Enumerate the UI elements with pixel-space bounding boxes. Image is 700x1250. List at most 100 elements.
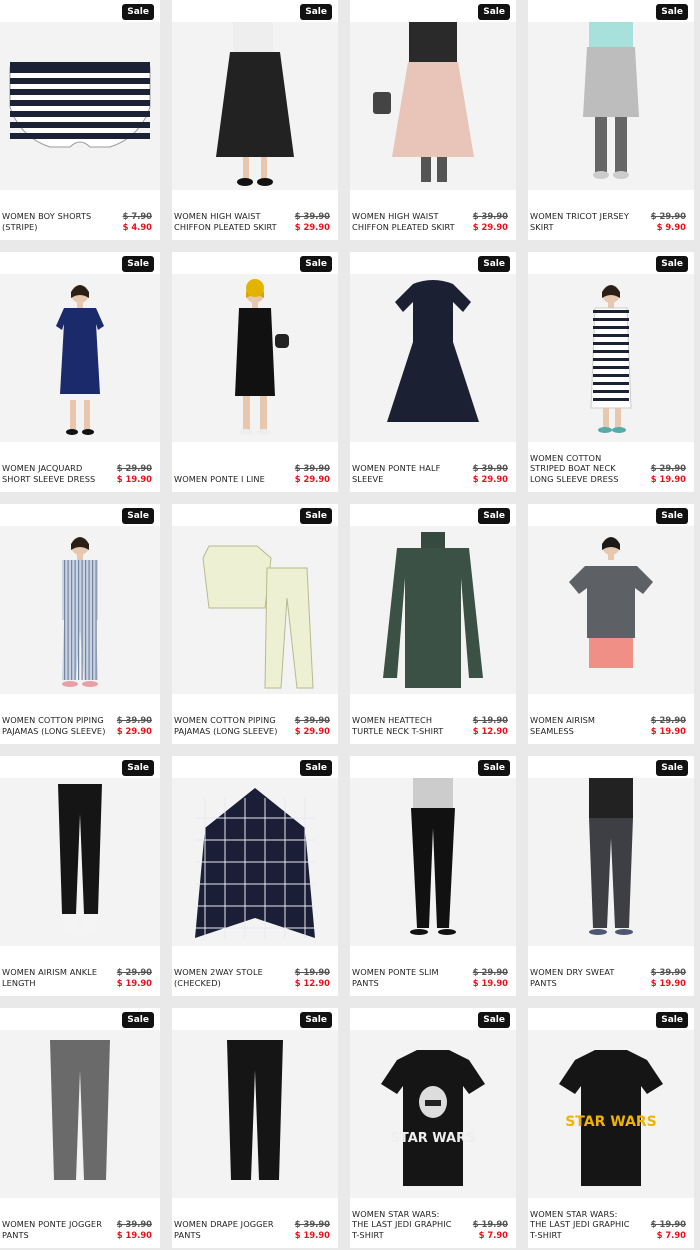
sale-badge: Sale — [300, 256, 332, 272]
product-image[interactable] — [0, 274, 160, 442]
product-name[interactable]: WOMEN STAR WARS: THE LAST JEDI GRAPHIC T… — [352, 1209, 456, 1240]
sale-badge: Sale — [300, 1012, 332, 1028]
product-image[interactable] — [0, 778, 160, 946]
product-image[interactable] — [0, 526, 160, 694]
product-card[interactable]: Sale WOMEN PONTE HALF SLEEVE $ 39.90 $ 29.9… — [350, 252, 516, 492]
product-card[interactable]: Sale WOMEN COTTON STRIPED BOAT NECK LONG … — [528, 252, 694, 492]
product-name[interactable]: WOMEN PONTE SLIM PANTS — [352, 967, 456, 988]
product-name[interactable]: WOMEN TRICOT JERSEY SKIRT — [530, 211, 634, 232]
price-block: $ 29.90 $ 19.90 — [651, 463, 686, 484]
price-block: $ 29.90 $ 19.90 — [473, 967, 508, 988]
product-name[interactable]: WOMEN BOY SHORTS (STRIPE) — [2, 211, 106, 232]
product-card[interactable]: Sale WOMEN 2WAY STOLE (CHECKED) $ 19.90 $ 1… — [172, 756, 338, 996]
sale-price: $ 12.90 — [472, 725, 508, 736]
price-block: $ 7.90 $ 4.90 — [123, 211, 152, 232]
sale-badge: Sale — [122, 4, 154, 20]
sale-badge: Sale — [300, 760, 332, 776]
product-card[interactable]: STAR WARS Sale WOMEN STAR WARS: THE LAST J… — [528, 1008, 694, 1248]
price-block: $ 29.90 $ 19.90 — [651, 715, 686, 736]
product-image[interactable] — [350, 274, 516, 442]
product-card[interactable]: Sale WOMEN HIGH WAIST CHIFFON PLEATED SKI… — [350, 0, 516, 240]
price-block: $ 29.90 $ 19.90 — [117, 463, 152, 484]
product-name[interactable]: WOMEN HIGH WAIST CHIFFON PLEATED SKIRT — [352, 211, 456, 232]
svg-text:STAR WARS: STAR WARS — [390, 1131, 475, 1146]
black-pleated-skirt-illustration — [216, 22, 294, 186]
product-card[interactable]: Sale WOMEN COTTON PIPING PAJAMAS (LONG SL… — [0, 504, 160, 744]
product-image[interactable]: STAR WARS — [528, 1030, 694, 1198]
product-image[interactable] — [350, 526, 516, 694]
product-card[interactable]: Sale WOMEN HEATTECH TURTLE NECK T-SHIRT $ … — [350, 504, 516, 744]
product-image[interactable] — [172, 1030, 338, 1198]
product-name[interactable]: WOMEN COTTON PIPING PAJAMAS (LONG SLEEVE… — [2, 715, 106, 736]
sale-price: $ 7.90 — [478, 1229, 508, 1240]
product-name[interactable]: WOMEN PONTE HALF SLEEVE — [352, 463, 456, 484]
original-price: $ 39.90 — [294, 463, 330, 474]
price-block: $ 29.90 $ 9.90 — [651, 211, 686, 232]
product-image[interactable] — [0, 22, 160, 190]
product-image[interactable] — [528, 526, 694, 694]
product-name[interactable]: WOMEN COTTON PIPING PAJAMAS (LONG SLEEVE… — [174, 715, 278, 736]
product-grid: Sale WOMEN BOY SHORTS (STRIPE) $ 7.90 $ 4.9… — [0, 0, 700, 1250]
product-name[interactable]: WOMEN AIRism SEAMLESS — [530, 715, 634, 736]
product-image[interactable] — [350, 22, 516, 190]
original-price: $ 19.90 — [294, 967, 330, 978]
product-card[interactable]: Sale WOMEN COTTON PIPING PAJAMAS (LONG SL… — [172, 504, 338, 744]
product-card[interactable]: Sale WOMEN AIRism ANKLE LENGTH $ 29.90 $ 19… — [0, 756, 160, 996]
product-card[interactable]: Sale WOMEN PONTE SLIM PANTS $ 29.90 $ 19.90 — [350, 756, 516, 996]
product-name[interactable]: WOMEN DRY SWEAT PANTS — [530, 967, 634, 988]
product-image[interactable] — [172, 274, 338, 442]
product-image[interactable]: STAR WARS — [350, 1030, 516, 1198]
product-image[interactable] — [350, 778, 516, 946]
product-name[interactable]: WOMEN HIGH WAIST CHIFFON PLEATED SKIRT — [174, 211, 278, 232]
navy-flare-dress-illustration — [387, 280, 479, 422]
original-price: $ 29.90 — [650, 211, 686, 222]
product-image[interactable] — [528, 22, 694, 190]
product-card[interactable]: Sale WOMEN HIGH WAIST CHIFFON PLEATED SKI… — [172, 0, 338, 240]
product-card[interactable]: Sale WOMEN TRICOT JERSEY SKIRT $ 29.90 $ 9.… — [528, 0, 694, 240]
product-card[interactable]: Sale WOMEN PONTE I LINE $ 39.90 $ 29.90 — [172, 252, 338, 492]
product-image[interactable] — [0, 1030, 160, 1198]
product-name[interactable]: WOMEN AIRism ANKLE LENGTH — [2, 967, 106, 988]
price-block: $ 19.90 $ 12.90 — [473, 715, 508, 736]
original-price: $ 19.90 — [650, 1219, 686, 1230]
product-card[interactable]: Sale WOMEN AIRism SEAMLESS $ 29.90 $ 19.90 — [528, 504, 694, 744]
product-card[interactable]: Sale WOMEN JACQUARD SHORT SLEEVE DRESS $ 2… — [0, 252, 160, 492]
original-price: $ 29.90 — [650, 463, 686, 474]
original-price: $ 39.90 — [116, 715, 152, 726]
svg-text:STAR WARS: STAR WARS — [565, 1114, 657, 1130]
product-card[interactable]: Sale WOMEN PONTE JOGGER PANTS $ 39.90 $ 19.… — [0, 1008, 160, 1248]
product-image[interactable] — [528, 274, 694, 442]
product-name[interactable]: WOMEN JACQUARD SHORT SLEEVE DRESS — [2, 463, 106, 484]
sale-price: $ 4.90 — [122, 221, 152, 232]
product-card[interactable]: STAR WARS Sale WOMEN STAR WARS: THE LAST J… — [350, 1008, 516, 1248]
pink-pleated-skirt-illustration — [373, 22, 474, 182]
sale-price: $ 29.90 — [294, 221, 330, 232]
product-name[interactable]: WOMEN 2WAY STOLE (CHECKED) — [174, 967, 278, 988]
product-image[interactable] — [172, 22, 338, 190]
product-name[interactable]: WOMEN PONTE I LINE — [174, 474, 278, 484]
product-image[interactable] — [172, 526, 338, 694]
product-card[interactable]: Sale WOMEN BOY SHORTS (STRIPE) $ 7.90 $ 4.9… — [0, 0, 160, 240]
sale-badge: Sale — [478, 4, 510, 20]
product-card[interactable]: Sale WOMEN DRAPE JOGGER PANTS $ 39.90 $ 19.… — [172, 1008, 338, 1248]
product-name[interactable]: WOMEN PONTE JOGGER PANTS — [2, 1219, 106, 1240]
product-image[interactable] — [528, 778, 694, 946]
original-price: $ 29.90 — [650, 715, 686, 726]
product-name[interactable]: WOMEN COTTON STRIPED BOAT NECK LONG SLEE… — [530, 453, 634, 484]
original-price: $ 7.90 — [122, 211, 152, 222]
product-name[interactable]: WOMEN DRAPE JOGGER PANTS — [174, 1219, 278, 1240]
star-wars-logo-tshirt-illustration: STAR WARS — [559, 1050, 663, 1186]
sale-price: $ 19.90 — [650, 473, 686, 484]
price-block: $ 39.90 $ 19.90 — [117, 1219, 152, 1240]
product-name[interactable]: WOMEN HEATTECH TURTLE NECK T-SHIRT — [352, 715, 456, 736]
grey-tshirt-illustration — [569, 537, 653, 668]
price-block: $ 39.90 $ 29.90 — [117, 715, 152, 736]
product-image[interactable] — [172, 778, 338, 946]
product-card[interactable]: Sale WOMEN DRY SWEAT PANTS $ 39.90 $ 19.90 — [528, 756, 694, 996]
grey-jogger-pants-illustration — [50, 1040, 110, 1180]
price-block: $ 39.90 $ 19.90 — [295, 1219, 330, 1240]
product-name[interactable]: WOMEN STAR WARS: THE LAST JEDI GRAPHIC T… — [530, 1209, 634, 1240]
sale-price: $ 29.90 — [294, 725, 330, 736]
price-block: $ 39.90 $ 29.90 — [473, 463, 508, 484]
navy-dress-illustration — [56, 285, 104, 435]
